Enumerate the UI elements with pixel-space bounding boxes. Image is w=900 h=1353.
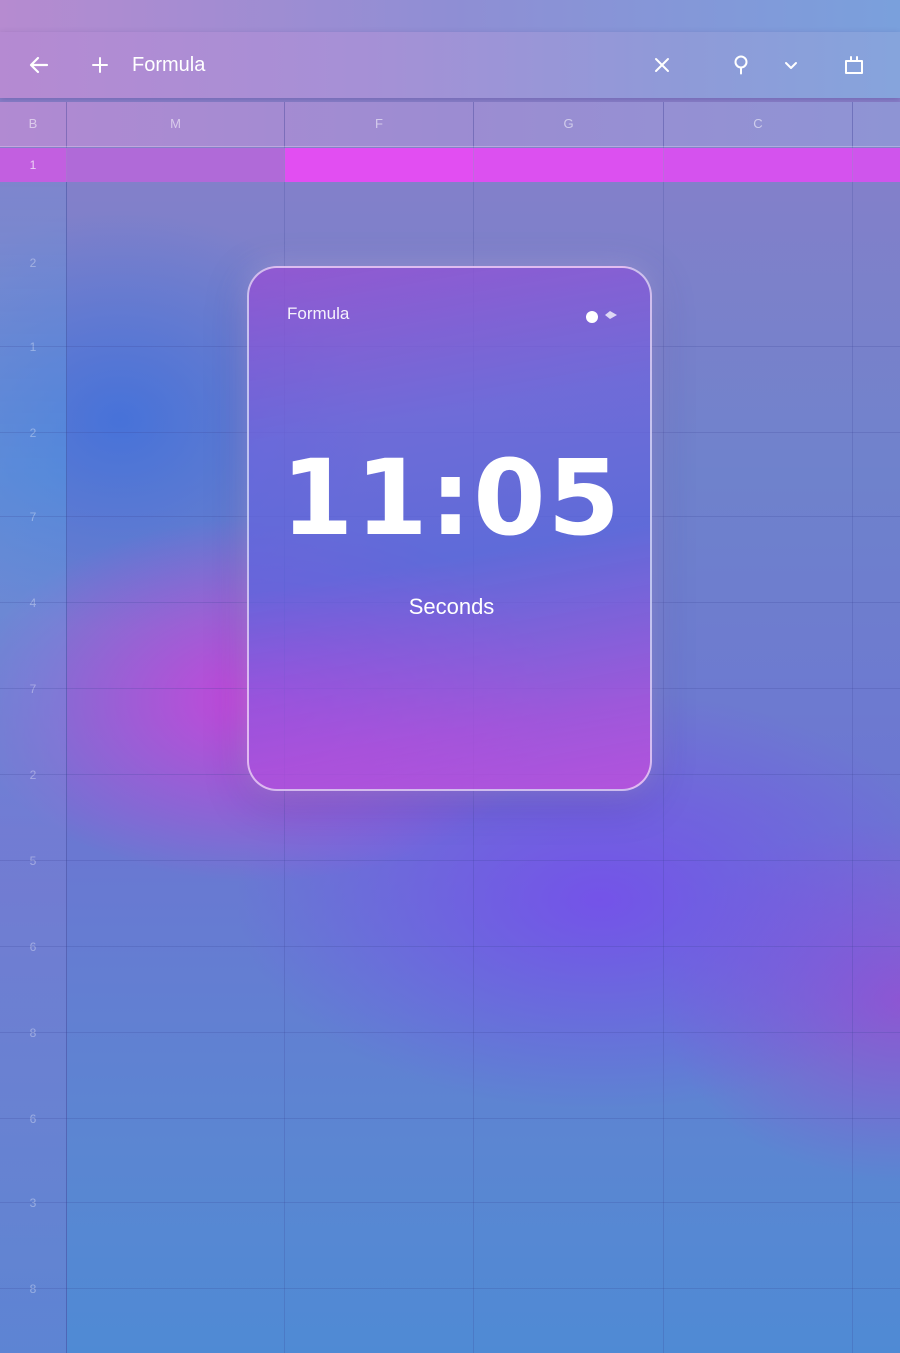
row-1-number[interactable]: 1 [0, 148, 67, 182]
share-icon[interactable] [838, 32, 870, 98]
signal-icon [604, 308, 618, 326]
cell-c1[interactable] [664, 148, 853, 182]
column-header-m[interactable]: M [67, 102, 285, 146]
toolbar-title: Formula [132, 54, 206, 76]
row-number[interactable]: 2 [0, 426, 66, 440]
status-band [0, 0, 900, 32]
cell-f1[interactable] [285, 148, 474, 182]
cell-g1[interactable] [474, 148, 664, 182]
grid-line [663, 102, 664, 1353]
row-number[interactable]: 2 [0, 256, 66, 270]
chevron-down-icon[interactable] [778, 32, 804, 98]
timer-widget-card[interactable]: Formula 11:05 Seconds [247, 266, 652, 791]
grid-line [0, 860, 900, 861]
timer-unit-label: Seconds [408, 594, 495, 619]
grid-line [0, 1118, 900, 1119]
row-number[interactable]: 5 [0, 854, 66, 868]
row-number[interactable]: 8 [0, 1026, 66, 1040]
grid-line [852, 102, 853, 1353]
row-number[interactable]: 6 [0, 1112, 66, 1126]
timer-display: 11:05 [280, 437, 623, 559]
row-number[interactable]: 3 [0, 1196, 66, 1210]
column-header-g[interactable]: G [474, 102, 664, 146]
cell-next1[interactable] [853, 148, 900, 182]
row-number[interactable]: 4 [0, 596, 66, 610]
cell-m1[interactable] [67, 148, 285, 182]
row-1[interactable]: 1 [0, 148, 900, 182]
column-header-row: B M F G C [0, 102, 900, 147]
widget-status-indicator[interactable] [586, 308, 618, 326]
row-number[interactable]: 7 [0, 682, 66, 696]
column-header-c[interactable]: C [664, 102, 853, 146]
grid-line [0, 1202, 900, 1203]
row-number[interactable]: 8 [0, 1282, 66, 1296]
close-icon[interactable] [648, 32, 676, 98]
column-header-f[interactable]: F [285, 102, 474, 146]
row-number-column: 2 1 2 7 4 7 2 5 6 8 6 3 8 [0, 182, 67, 1353]
back-arrow-icon[interactable] [22, 32, 56, 98]
grid-line [0, 946, 900, 947]
location-pin-icon[interactable] [728, 32, 754, 98]
status-dot-icon [586, 311, 598, 323]
grid-line [0, 1032, 900, 1033]
toolbar: Formula [0, 32, 900, 98]
row-number[interactable]: 1 [0, 340, 66, 354]
plus-icon[interactable] [86, 32, 114, 98]
column-header-next[interactable] [853, 102, 900, 146]
row-number[interactable]: 7 [0, 510, 66, 524]
row-number[interactable]: 2 [0, 768, 66, 782]
grid-line [66, 102, 67, 1353]
row-number[interactable]: 6 [0, 940, 66, 954]
corner-cell[interactable]: B [0, 102, 67, 146]
grid-line [0, 1288, 900, 1289]
widget-title: Formula [287, 304, 350, 323]
